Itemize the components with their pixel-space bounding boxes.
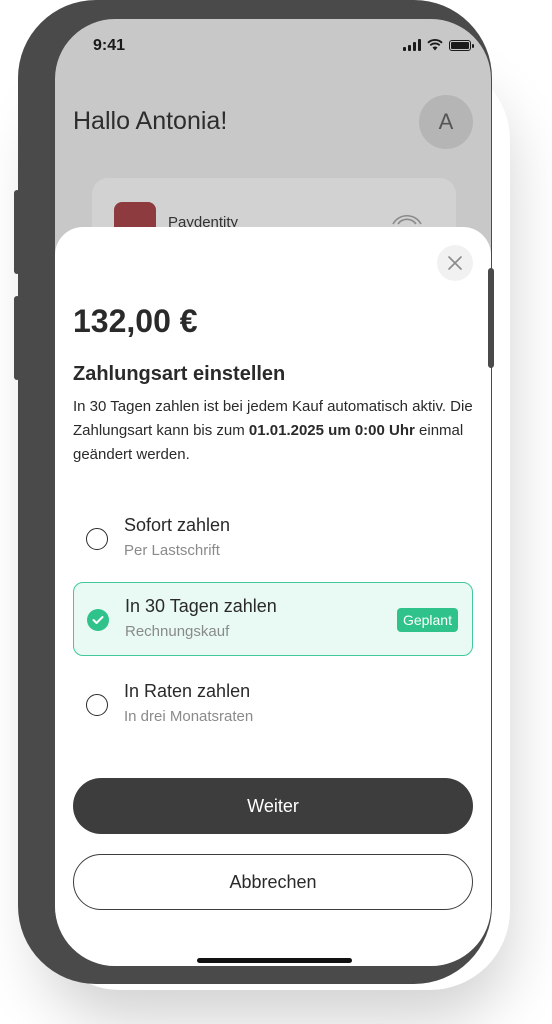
radio-unchecked[interactable]	[86, 528, 108, 550]
avatar[interactable]: A	[419, 95, 473, 149]
payment-method-sheet: 132,00 € Zahlungsart einstellen In 30 Ta…	[55, 227, 491, 966]
option-sofort-zahlen[interactable]: Sofort zahlen Per Lastschrift	[73, 502, 473, 576]
wifi-icon	[427, 39, 443, 51]
greeting: Hallo Antonia!	[73, 107, 228, 135]
volume-up-button	[14, 190, 20, 274]
radio-checked[interactable]	[87, 609, 109, 631]
volume-down-button	[14, 296, 20, 380]
option-title: In 30 Tagen zahlen	[125, 596, 277, 616]
check-icon	[92, 616, 104, 624]
continue-button[interactable]: Weiter	[73, 778, 473, 834]
status-time: 9:41	[93, 37, 126, 54]
cancel-button[interactable]: Abbrechen	[73, 854, 473, 910]
sheet-title: Zahlungsart einstellen	[73, 363, 286, 385]
option-subtitle: In drei Monatsraten	[124, 708, 254, 725]
option-in-raten-zahlen[interactable]: In Raten zahlen In drei Monatsraten	[73, 668, 473, 742]
option-in-30-tagen-zahlen[interactable]: In 30 Tagen zahlen Rechnungskauf Geplant	[73, 582, 473, 656]
sheet-description: In 30 Tagen zahlen ist bei jedem Kauf au…	[73, 398, 473, 463]
status-icons	[403, 39, 474, 51]
close-icon	[448, 256, 462, 270]
option-subtitle: Per Lastschrift	[124, 542, 220, 559]
battery-icon	[449, 39, 474, 51]
option-title: In Raten zahlen	[124, 681, 251, 701]
contactless-icon	[392, 215, 422, 225]
power-button	[488, 268, 494, 368]
close-button[interactable]	[437, 245, 473, 281]
radio-unchecked[interactable]	[86, 694, 108, 716]
planned-badge: Geplant	[396, 608, 458, 632]
option-title: Sofort zahlen	[124, 515, 231, 535]
amount: 132,00 €	[73, 303, 198, 339]
phone-frame: 9:41 Hallo Antonia! A Paydentity 132,00 …	[18, 0, 492, 984]
signal-icon	[403, 39, 421, 51]
deadline-text: 01.01.2025 um 0:00 Uhr	[248, 422, 415, 439]
home-indicator[interactable]	[197, 958, 352, 963]
option-subtitle: Rechnungskauf	[125, 623, 230, 640]
phone-screen: 9:41 Hallo Antonia! A Paydentity 132,00 …	[55, 19, 491, 966]
